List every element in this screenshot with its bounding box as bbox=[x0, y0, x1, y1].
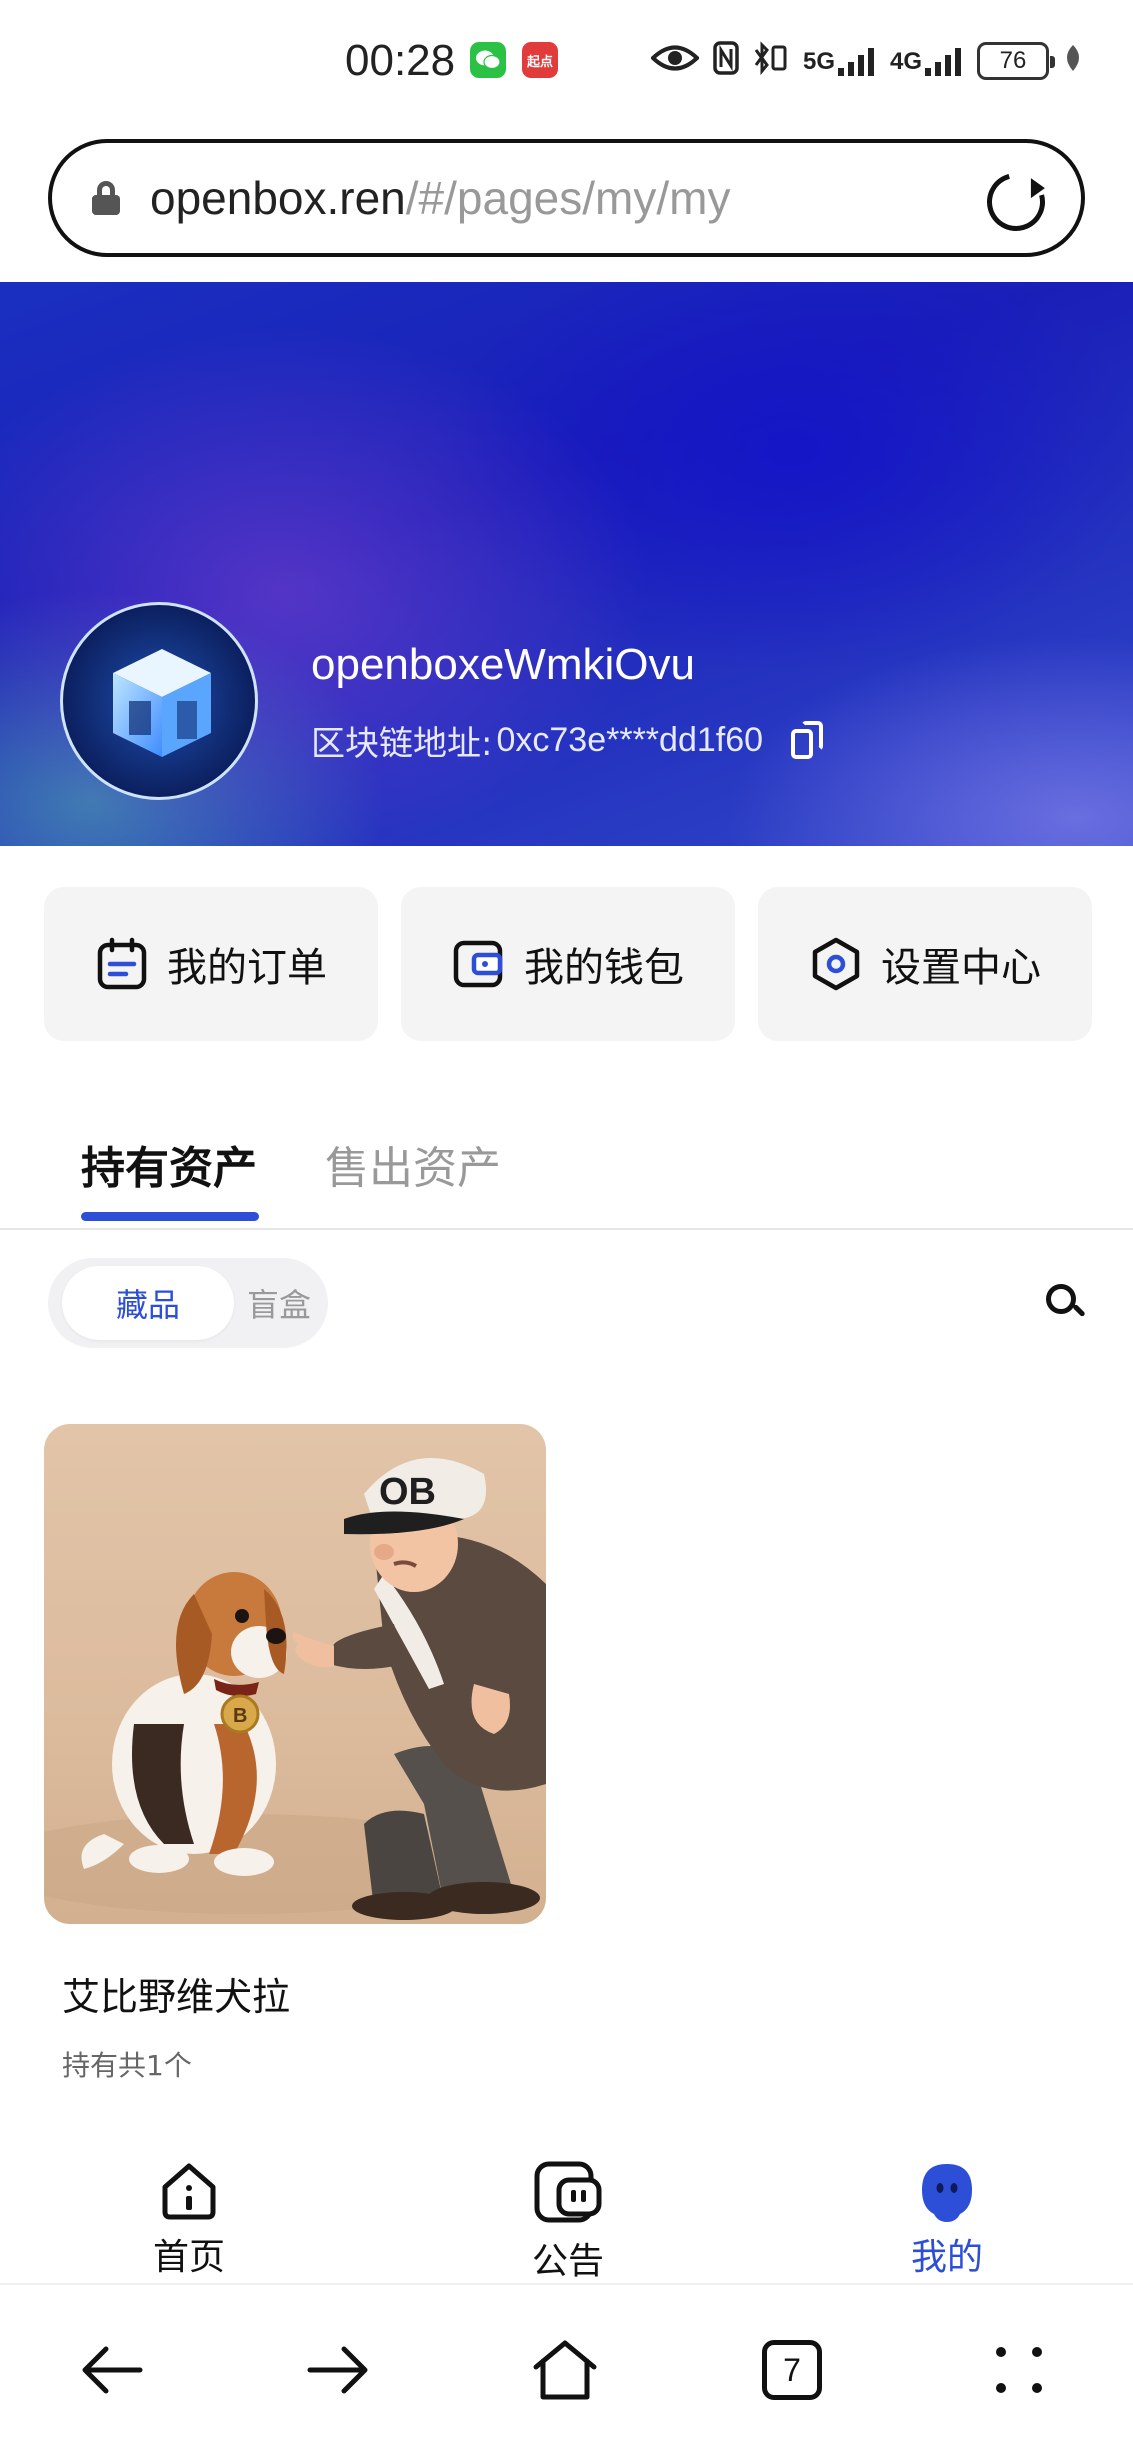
arrow-right-icon bbox=[307, 2346, 368, 2394]
segment-blind-box[interactable]: 盲盒 bbox=[234, 1266, 324, 1340]
lock-icon bbox=[92, 181, 120, 215]
asset-card-image[interactable]: OB B bbox=[44, 1424, 546, 1924]
reload-icon[interactable] bbox=[976, 162, 1056, 242]
chain-address-row: 区块链地址: 0xc73e****dd1f60 bbox=[311, 716, 825, 765]
status-bar: 00:28 起点 5G 4G 76 bbox=[0, 0, 1133, 130]
tab-holding-assets[interactable]: 持有资产 bbox=[81, 1132, 257, 1196]
arrow-left-icon bbox=[82, 2346, 143, 2394]
calendar-icon bbox=[95, 937, 149, 991]
wallet-icon bbox=[452, 937, 506, 991]
battery-level: 76 bbox=[999, 47, 1027, 74]
qidian-notification-icon: 起点 bbox=[522, 42, 558, 78]
leaf-icon bbox=[1063, 43, 1083, 79]
copy-icon[interactable] bbox=[791, 720, 825, 761]
bluetooth-vibrate-icon bbox=[753, 41, 789, 81]
home-button[interactable] bbox=[525, 2330, 605, 2410]
tabbar-mine[interactable]: 我的 bbox=[877, 2160, 1017, 2280]
signal-5g-icon: 5G bbox=[803, 46, 876, 76]
my-wallet-label: 我的钱包 bbox=[524, 945, 684, 991]
tabbar-notice[interactable]: 公告 bbox=[498, 2160, 638, 2284]
beagle-and-man-illustration: OB B bbox=[44, 1458, 546, 1920]
tabs-button[interactable]: 7 bbox=[752, 2330, 832, 2410]
eye-icon bbox=[650, 43, 700, 79]
hexagon-settings-icon bbox=[809, 937, 863, 991]
tabbar-notice-label: 公告 bbox=[531, 2241, 604, 2282]
nfc-icon bbox=[713, 41, 739, 81]
url-text[interactable]: openbox.ren/#/pages/my/my bbox=[150, 171, 730, 225]
battery-icon: 76 bbox=[977, 42, 1055, 80]
tabbar-home-label: 首页 bbox=[152, 2237, 225, 2278]
tab-count: 7 bbox=[783, 2351, 801, 2388]
status-icons: 5G 4G 76 bbox=[650, 36, 1083, 86]
more-dots-icon bbox=[996, 2347, 1042, 2393]
username: openboxeWmkiOvu bbox=[311, 640, 695, 689]
settings-center-button[interactable]: 设置中心 bbox=[758, 887, 1092, 1041]
network-5g-label: 5G bbox=[802, 48, 835, 75]
notice-icon bbox=[534, 2161, 602, 2223]
segment-collectibles[interactable]: 藏品 bbox=[62, 1266, 234, 1340]
address-bar[interactable]: openbox.ren/#/pages/my/my bbox=[48, 139, 1085, 257]
user-ghost-icon bbox=[922, 2164, 972, 2222]
settings-center-label: 设置中心 bbox=[881, 945, 1041, 991]
house-icon bbox=[533, 2340, 597, 2400]
tab-sold-assets[interactable]: 售出资产 bbox=[325, 1132, 501, 1196]
chain-address-label: 区块链地址: bbox=[311, 724, 493, 764]
bottom-tab-bar: 首页 公告 我的 bbox=[0, 2150, 1133, 2285]
network-4g-label: 4G bbox=[889, 48, 922, 75]
browser-navigation-bar: 7 bbox=[0, 2290, 1133, 2453]
svg-text:B: B bbox=[233, 1705, 247, 1727]
my-orders-label: 我的订单 bbox=[167, 945, 327, 991]
more-menu-button[interactable] bbox=[979, 2330, 1059, 2410]
tab-count-icon: 7 bbox=[762, 2340, 822, 2400]
my-wallet-button[interactable]: 我的钱包 bbox=[401, 887, 735, 1041]
wechat-notification-icon bbox=[470, 42, 506, 78]
forward-button[interactable] bbox=[298, 2330, 378, 2410]
tabbar-home[interactable]: 首页 bbox=[119, 2160, 259, 2280]
asset-title[interactable]: 艾比野维犬拉 bbox=[62, 1966, 290, 2021]
url-domain: openbox.ren bbox=[150, 172, 406, 224]
asset-count: 持有共1个 bbox=[62, 2049, 192, 2082]
signal-4g-icon: 4G bbox=[890, 46, 963, 76]
my-orders-button[interactable]: 我的订单 bbox=[44, 887, 378, 1041]
cube-logo-icon bbox=[113, 649, 211, 757]
status-time: 00:28 bbox=[345, 36, 456, 85]
avatar[interactable] bbox=[60, 602, 258, 800]
url-path: /#/pages/my/my bbox=[405, 172, 731, 224]
asset-type-segment: 藏品 盲盒 bbox=[48, 1258, 328, 1348]
search-icon[interactable] bbox=[1046, 1284, 1086, 1324]
tab-active-indicator bbox=[81, 1212, 259, 1221]
asset-tabs: 持有资产 售出资产 bbox=[0, 1120, 1133, 1230]
tabbar-mine-label: 我的 bbox=[910, 2237, 983, 2278]
svg-text:OB: OB bbox=[379, 1471, 436, 1513]
chain-address-value: 0xc73e****dd1f60 bbox=[496, 721, 764, 759]
home-icon bbox=[162, 2163, 216, 2220]
back-button[interactable] bbox=[72, 2330, 152, 2410]
